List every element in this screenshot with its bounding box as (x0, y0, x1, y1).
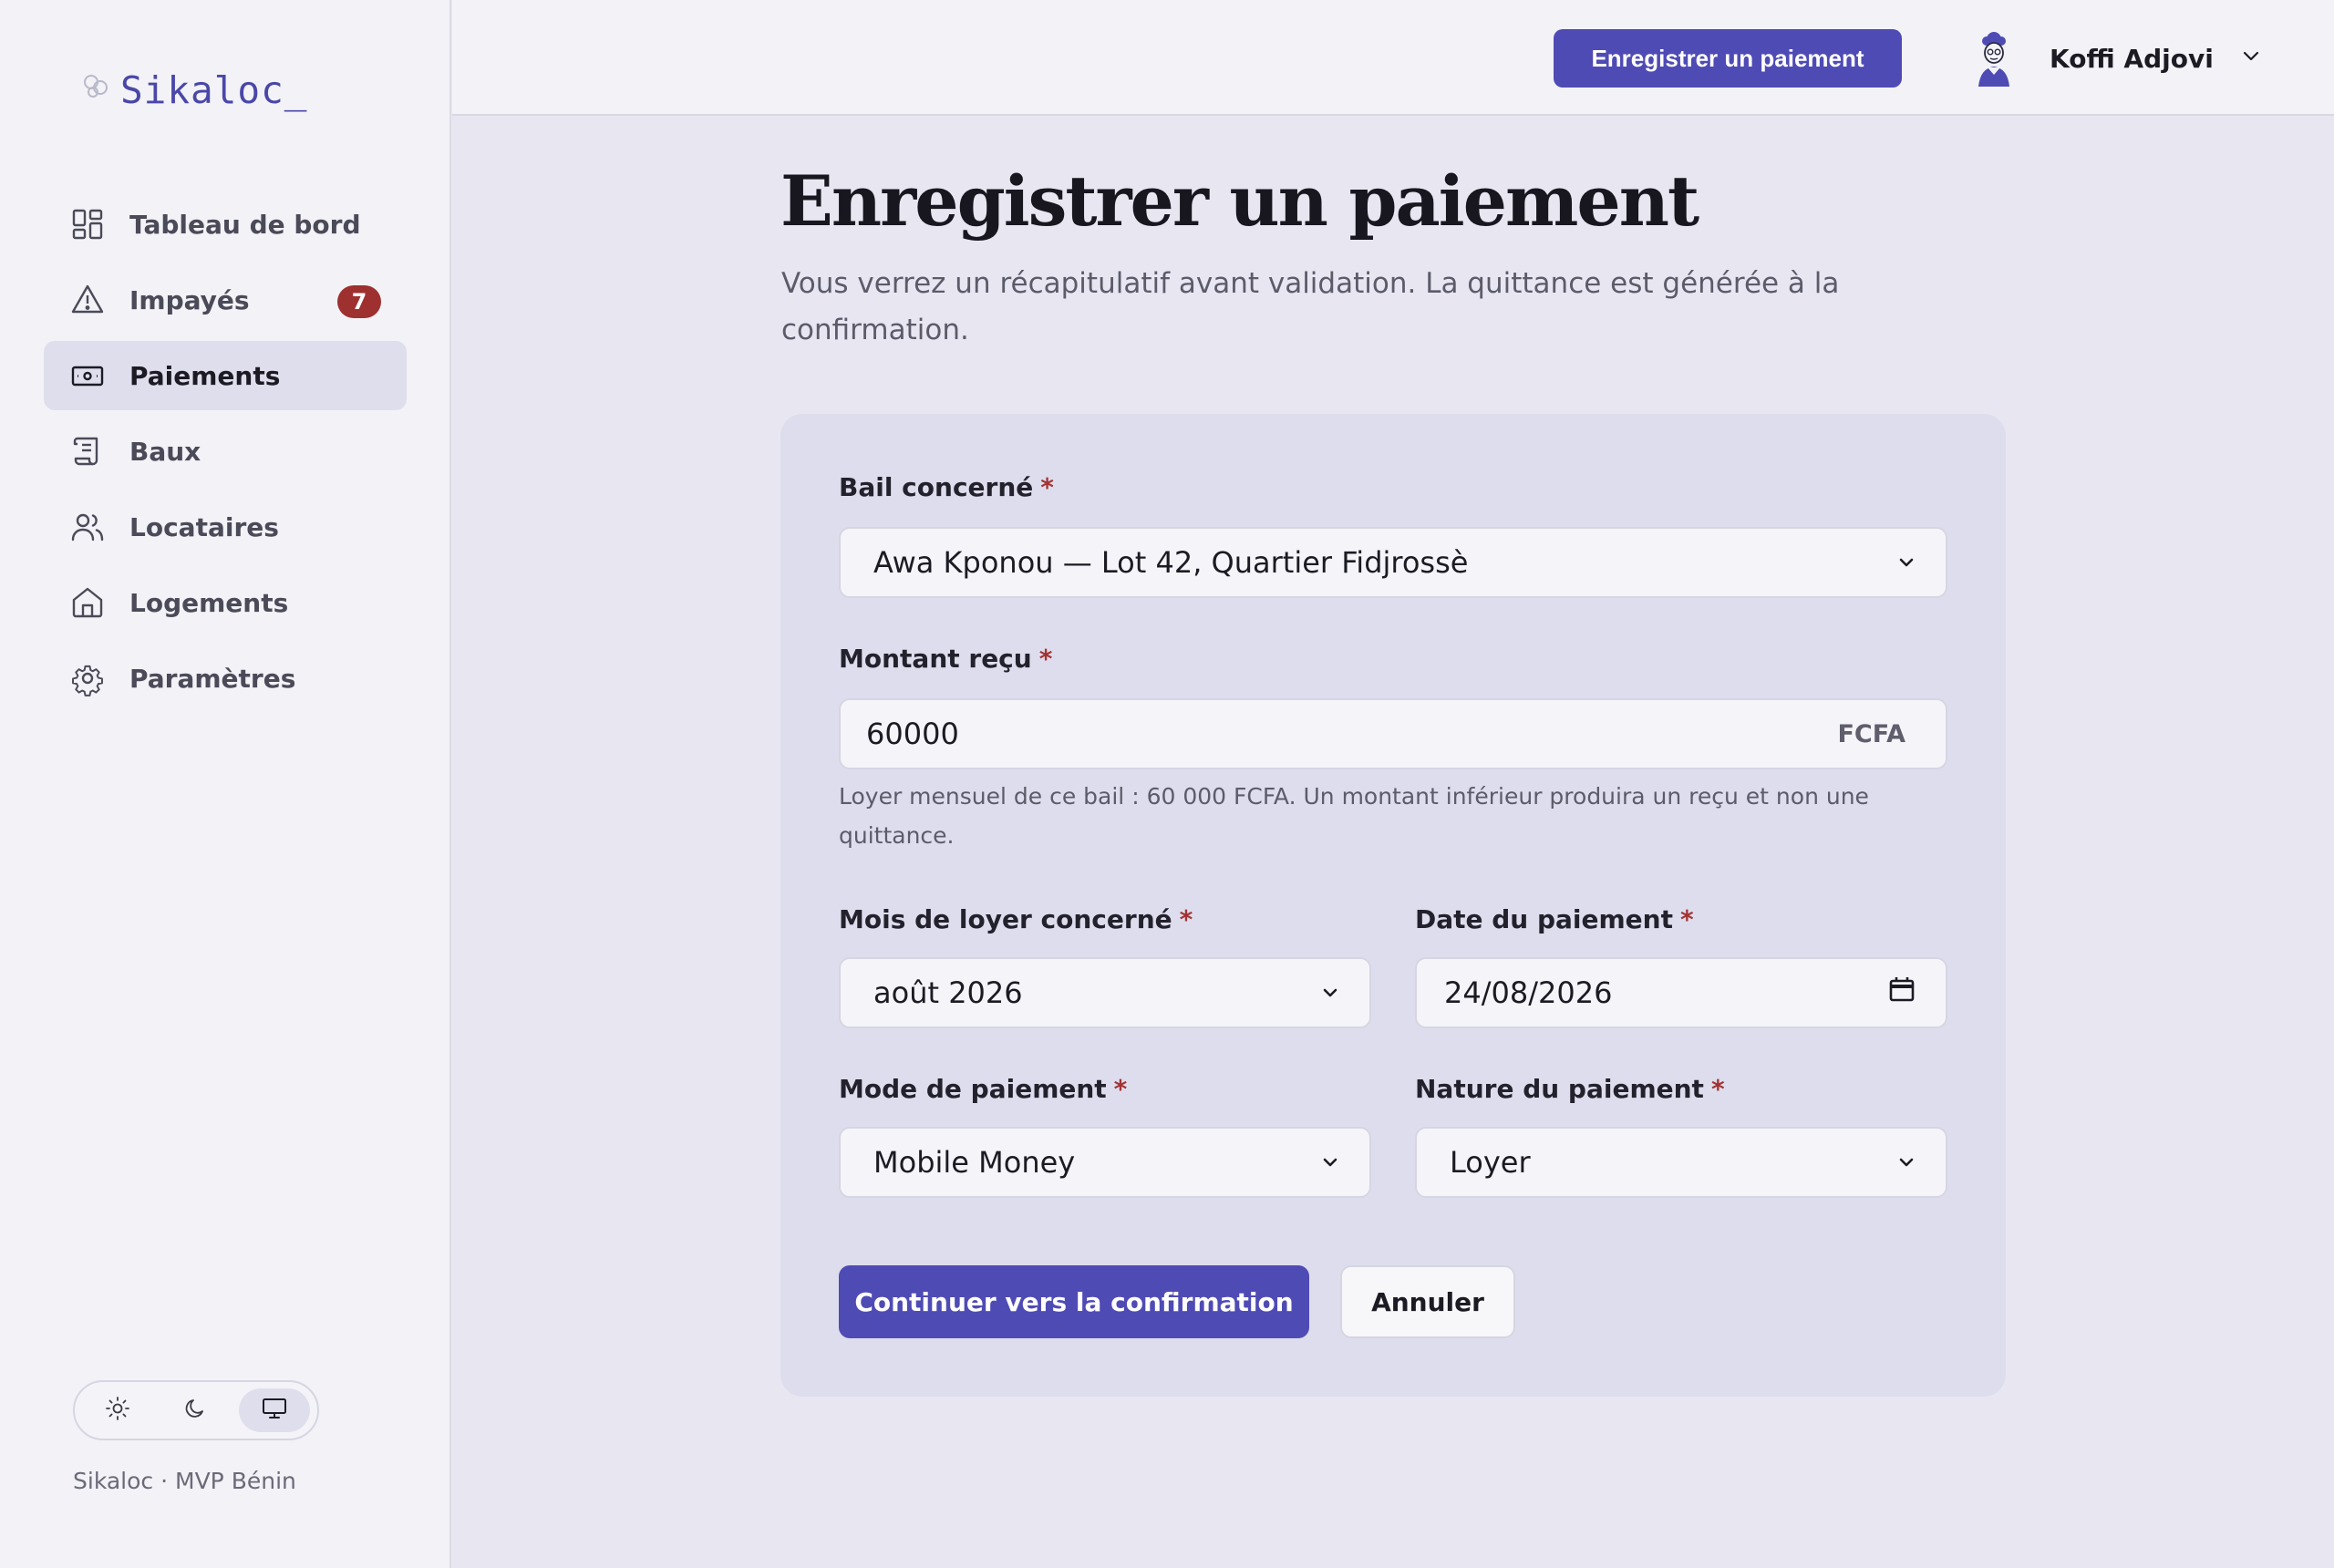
payment-nature-select[interactable]: Loyer (1415, 1127, 1947, 1198)
monitor-icon (261, 1395, 288, 1426)
chevron-down-icon (1320, 1145, 1340, 1180)
date-label: Date du paiement * (1415, 904, 1694, 934)
montant-label-text: Montant reçu (839, 644, 1032, 674)
unpaid-count-badge: 7 (337, 285, 381, 318)
sidebar-item-tableau-de-bord[interactable]: Tableau de bord (44, 190, 407, 259)
sidebar-item-label: Paiements (129, 360, 281, 391)
sidebar-item-locataires[interactable]: Locataires (44, 492, 407, 562)
avatar (1962, 26, 2026, 90)
payment-mode-value: Mobile Money (873, 1145, 1076, 1180)
record-payment-button[interactable]: Enregistrer un paiement (1554, 29, 1902, 88)
sidebar-item-label: Locataires (129, 511, 279, 542)
nature-label: Nature du paiement * (1415, 1074, 1725, 1104)
gear-icon (69, 660, 106, 696)
montant-label: Montant reçu * (839, 644, 1052, 674)
month-select-value: août 2026 (873, 975, 1023, 1010)
banknote-icon (69, 357, 106, 394)
amount-help-text: Loyer mensuel de ce bail : 60 000 FCFA. … (839, 783, 1869, 849)
sidebar-item-label: Baux (129, 436, 201, 467)
page-subtitle: Vous verrez un récapitulatif avant valid… (781, 267, 1840, 346)
page-title: Enregistrer un paiement (780, 160, 1699, 242)
sidebar: Sikaloc_ Tableau de bord Impayés 7 Paiem… (0, 0, 451, 1568)
user-name: Koffi Adjovi (2050, 43, 2214, 74)
chevron-down-icon (2237, 43, 2265, 74)
footer-note: Sikaloc · MVP Bénin (73, 1468, 296, 1494)
chevron-down-icon (1896, 545, 1916, 580)
bail-select-value: Awa Kponou — Lot 42, Quartier Fidjrossè (873, 545, 1469, 580)
payment-date-value: 24/08/2026 (1444, 975, 1613, 1010)
theme-toggle (73, 1380, 319, 1440)
required-mark: * (1680, 904, 1694, 934)
app-logo[interactable]: Sikaloc_ (78, 67, 307, 113)
mois-label-text: Mois de loyer concerné (839, 904, 1172, 934)
bail-select[interactable]: Awa Kponou — Lot 42, Quartier Fidjrossè (839, 527, 1947, 598)
user-menu[interactable]: Koffi Adjovi (1962, 26, 2265, 91)
sidebar-item-label: Impayés (129, 284, 250, 315)
logo-text: Sikaloc_ (120, 68, 308, 112)
required-mark: * (1113, 1074, 1128, 1104)
payment-form: Bail concerné * Awa Kponou — Lot 42, Quar… (780, 414, 2006, 1397)
required-mark: * (1710, 1074, 1725, 1104)
sidebar-item-logements[interactable]: Logements (44, 568, 407, 637)
sidebar-item-label: Paramètres (129, 663, 296, 694)
currency-suffix: FCFA (1837, 719, 1905, 748)
required-mark: * (1038, 644, 1053, 674)
warning-icon (69, 282, 106, 318)
mode-label-text: Mode de paiement (839, 1074, 1107, 1104)
theme-dark-button[interactable] (160, 1388, 232, 1432)
bail-label-text: Bail concerné (839, 472, 1034, 502)
sidebar-item-label: Logements (129, 587, 289, 618)
sidebar-item-impayes[interactable]: Impayés 7 (44, 265, 407, 335)
continue-button[interactable]: Continuer vers la confirmation (839, 1265, 1309, 1338)
top-bar: Enregistrer un paiement Koffi Adjovi (452, 0, 2334, 116)
sidebar-item-baux[interactable]: Baux (44, 417, 407, 486)
moon-icon (182, 1395, 210, 1426)
nature-label-text: Nature du paiement (1415, 1074, 1704, 1104)
amount-input-value: 60000 (866, 717, 959, 751)
chevron-down-icon (1320, 975, 1340, 1010)
scroll-icon (69, 433, 106, 469)
payment-nature-value: Loyer (1450, 1145, 1531, 1180)
users-icon (69, 509, 106, 545)
sidebar-item-parametres[interactable]: Paramètres (44, 644, 407, 713)
dashboard-icon (69, 206, 106, 242)
chevron-down-icon (1896, 1145, 1916, 1180)
required-mark: * (1040, 472, 1054, 502)
house-icon (69, 584, 106, 621)
mois-label: Mois de loyer concerné * (839, 904, 1193, 934)
mode-label: Mode de paiement * (839, 1074, 1127, 1104)
payment-date-input[interactable]: 24/08/2026 (1415, 957, 1947, 1028)
payment-mode-select[interactable]: Mobile Money (839, 1127, 1371, 1198)
sidebar-item-paiements[interactable]: Paiements (44, 341, 407, 410)
sun-icon (104, 1395, 131, 1426)
amount-input[interactable]: 60000 FCFA (839, 698, 1947, 769)
theme-system-button[interactable] (239, 1388, 310, 1432)
month-select[interactable]: août 2026 (839, 957, 1371, 1028)
logo-mark-icon (78, 67, 115, 113)
bail-label: Bail concerné * (839, 472, 1054, 502)
theme-light-button[interactable] (82, 1388, 153, 1432)
cancel-button[interactable]: Annuler (1340, 1265, 1515, 1338)
sidebar-nav: Tableau de bord Impayés 7 Paiements Baux… (44, 190, 407, 719)
date-label-text: Date du paiement (1415, 904, 1673, 934)
required-mark: * (1179, 904, 1193, 934)
calendar-icon[interactable] (1887, 975, 1916, 1011)
sidebar-item-label: Tableau de bord (129, 209, 361, 240)
